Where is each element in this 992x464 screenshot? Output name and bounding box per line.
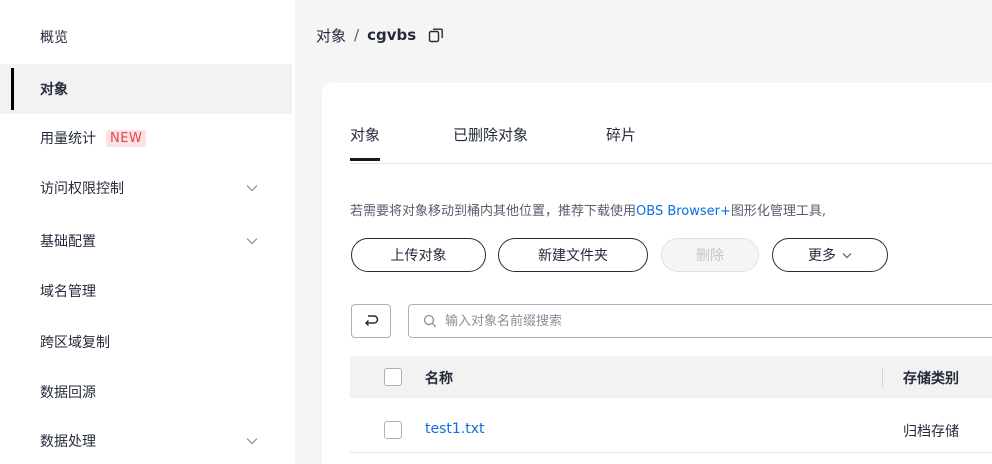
back-arrow-icon [364, 315, 379, 327]
sidebar-item-label: 数据处理 [40, 434, 96, 450]
search-box[interactable] [408, 304, 992, 338]
sidebar-item-label: 访问权限控制 [40, 181, 124, 197]
sidebar-item-data-processing[interactable]: 数据处理 [0, 416, 292, 464]
column-header-name[interactable]: 名称 [425, 368, 453, 388]
hint-prefix: 若需要将对象移动到桶内其他位置，推荐下载使用 [350, 204, 637, 219]
tab-objects[interactable]: 对象 [350, 124, 381, 164]
storage-class-value: 归档存储 [903, 424, 959, 440]
hint-suffix: 图形化管理工具, [730, 204, 827, 219]
sidebar-item-access-control[interactable]: 访问权限控制 [0, 163, 292, 213]
search-input[interactable] [445, 313, 845, 329]
sidebar-item-cross-region-replication[interactable]: 跨区域复制 [0, 317, 292, 367]
sidebar-item-basic-config[interactable]: 基础配置 [0, 216, 292, 266]
row-checkbox[interactable] [384, 421, 402, 439]
sidebar-item-overview[interactable]: 概览 [0, 12, 292, 62]
chevron-down-icon [246, 238, 258, 245]
objects-card [322, 83, 992, 464]
sidebar-item-label: 跨区域复制 [40, 335, 110, 351]
tab-divider [350, 163, 992, 164]
breadcrumb: 对象 / cgvbs [316, 24, 446, 46]
obs-browser-link[interactable]: OBS Browser+ [636, 204, 731, 219]
tab-deleted-objects[interactable]: 已删除对象 [453, 124, 528, 164]
sidebar-item-label: 概览 [40, 30, 68, 46]
chevron-down-icon [842, 252, 852, 258]
new-badge: NEW [106, 129, 147, 147]
sidebar-item-label: 域名管理 [40, 284, 96, 300]
sidebar-item-label: 数据回源 [40, 385, 96, 401]
button-label: 上传对象 [390, 248, 447, 264]
object-name-link[interactable]: test1.txt [425, 421, 485, 437]
tab-label: 碎片 [606, 126, 637, 144]
sidebar-item-data-back-to-source[interactable]: 数据回源 [0, 367, 292, 417]
sidebar-item-usage-stats[interactable]: 用量统计 NEW [0, 113, 292, 163]
search-icon [423, 314, 437, 328]
chevron-down-icon [246, 185, 258, 192]
copy-icon[interactable] [426, 25, 446, 45]
delete-button[interactable]: 删除 [661, 238, 759, 272]
bucket-name: cgvbs [367, 26, 417, 44]
breadcrumb-parent[interactable]: 对象 [316, 25, 346, 46]
sidebar-item-objects[interactable]: 对象 [0, 64, 292, 114]
back-button[interactable] [351, 304, 391, 338]
more-button[interactable]: 更多 [772, 238, 888, 272]
sidebar-item-domain-management[interactable]: 域名管理 [0, 266, 292, 316]
button-label: 更多 [808, 248, 836, 264]
button-label: 新建文件夹 [538, 248, 608, 264]
select-all-checkbox[interactable] [384, 368, 402, 386]
row-divider [350, 452, 992, 453]
tab-fragments[interactable]: 碎片 [606, 124, 636, 164]
table-header: 名称 存储类别 [350, 356, 992, 398]
sidebar-item-label: 用量统计 [40, 131, 96, 147]
column-header-storage-class[interactable]: 存储类别 [903, 368, 959, 388]
new-folder-button[interactable]: 新建文件夹 [498, 238, 648, 272]
button-label: 删除 [696, 248, 724, 264]
breadcrumb-separator: / [354, 26, 360, 44]
table-row: test1.txt 归档存储 [350, 409, 992, 453]
chevron-down-icon [246, 438, 258, 445]
sidebar-item-label: 对象 [40, 82, 68, 98]
column-divider[interactable] [882, 367, 883, 387]
tab-label: 已删除对象 [453, 126, 529, 144]
upload-object-button[interactable]: 上传对象 [351, 238, 486, 272]
sidebar: 概览 对象 用量统计 NEW 访问权限控制 基础配置 域名管理 跨区域复制 数据… [0, 0, 295, 464]
sidebar-item-label: 基础配置 [40, 234, 96, 250]
tab-label: 对象 [350, 126, 381, 144]
hint-text: 若需要将对象移动到桶内其他位置，推荐下载使用OBS Browser+图形化管理工… [350, 200, 826, 219]
